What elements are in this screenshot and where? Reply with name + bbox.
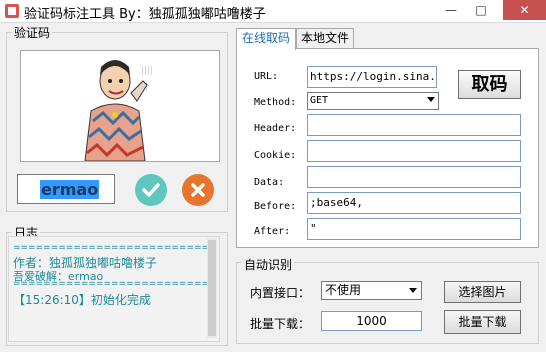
log-separator: ========================== [13,243,210,253]
check-icon [142,183,160,197]
interface-select[interactable]: 不使用 [321,281,422,300]
fetch-captcha-button[interactable]: 取码 [458,70,521,99]
after-label: After: [254,226,291,237]
chevron-down-icon [409,288,417,293]
log-separator: ========================== [13,279,210,289]
after-input[interactable]: " [307,218,521,240]
tab-local-file[interactable]: 本地文件 [296,28,354,48]
header-label: Header: [254,123,297,134]
cookie-label: Cookie: [254,150,297,161]
choose-image-button[interactable]: 选择图片 [444,281,521,303]
batch-download-button[interactable]: 批量下载 [444,310,521,334]
window-title: 验证码标注工具 By：独孤孤独嘟咕噜楼子 [24,7,266,22]
maximize-icon[interactable]: □ [467,0,495,20]
confirm-button[interactable] [135,174,167,206]
batch-count-input[interactable]: 1000 [321,311,422,331]
url-input[interactable]: https://login.sina.com [307,66,437,88]
x-icon [191,183,205,197]
header-input[interactable] [307,114,521,136]
captcha-figure-image: |||| ||| [84,60,153,161]
minimize-icon[interactable]: — [437,0,465,20]
captcha-answer-input[interactable]: ermao [17,174,115,204]
method-select[interactable]: GET [307,92,439,110]
before-label: Before: [254,201,297,212]
batch-download-label: 批量下载： [250,317,311,331]
cookie-input[interactable] [307,140,521,162]
chevron-down-icon [427,97,435,102]
url-label: URL: [254,71,279,82]
close-icon[interactable]: ✕ [503,0,546,20]
title-bar: 验证码标注工具 By：独孤孤独嘟咕噜楼子 — □ ✕ [0,0,546,23]
log-textarea[interactable]: ========================== 作者：独孤孤独嘟咕噜楼子 … [8,236,220,342]
captcha-answer-value: ermao [40,180,100,199]
log-scroll-thumb[interactable] [208,240,216,336]
method-label: Method: [254,97,297,108]
app-icon [5,4,19,18]
before-input[interactable]: ;base64, [307,192,521,214]
captcha-image: |||| ||| [20,50,220,162]
svg-text:||||: |||| [141,66,153,76]
interface-label: 内置接口： [250,286,311,300]
log-line: 【15:26:10】初始化完成 [13,293,151,307]
reject-button[interactable] [182,174,214,206]
auto-recognize-label: 自动识别 [242,256,295,273]
data-label: Data: [254,177,285,188]
tab-online-fetch[interactable]: 在线取码 [236,28,296,50]
data-input[interactable] [307,166,521,188]
captcha-group-label: 验证码 [12,24,53,41]
